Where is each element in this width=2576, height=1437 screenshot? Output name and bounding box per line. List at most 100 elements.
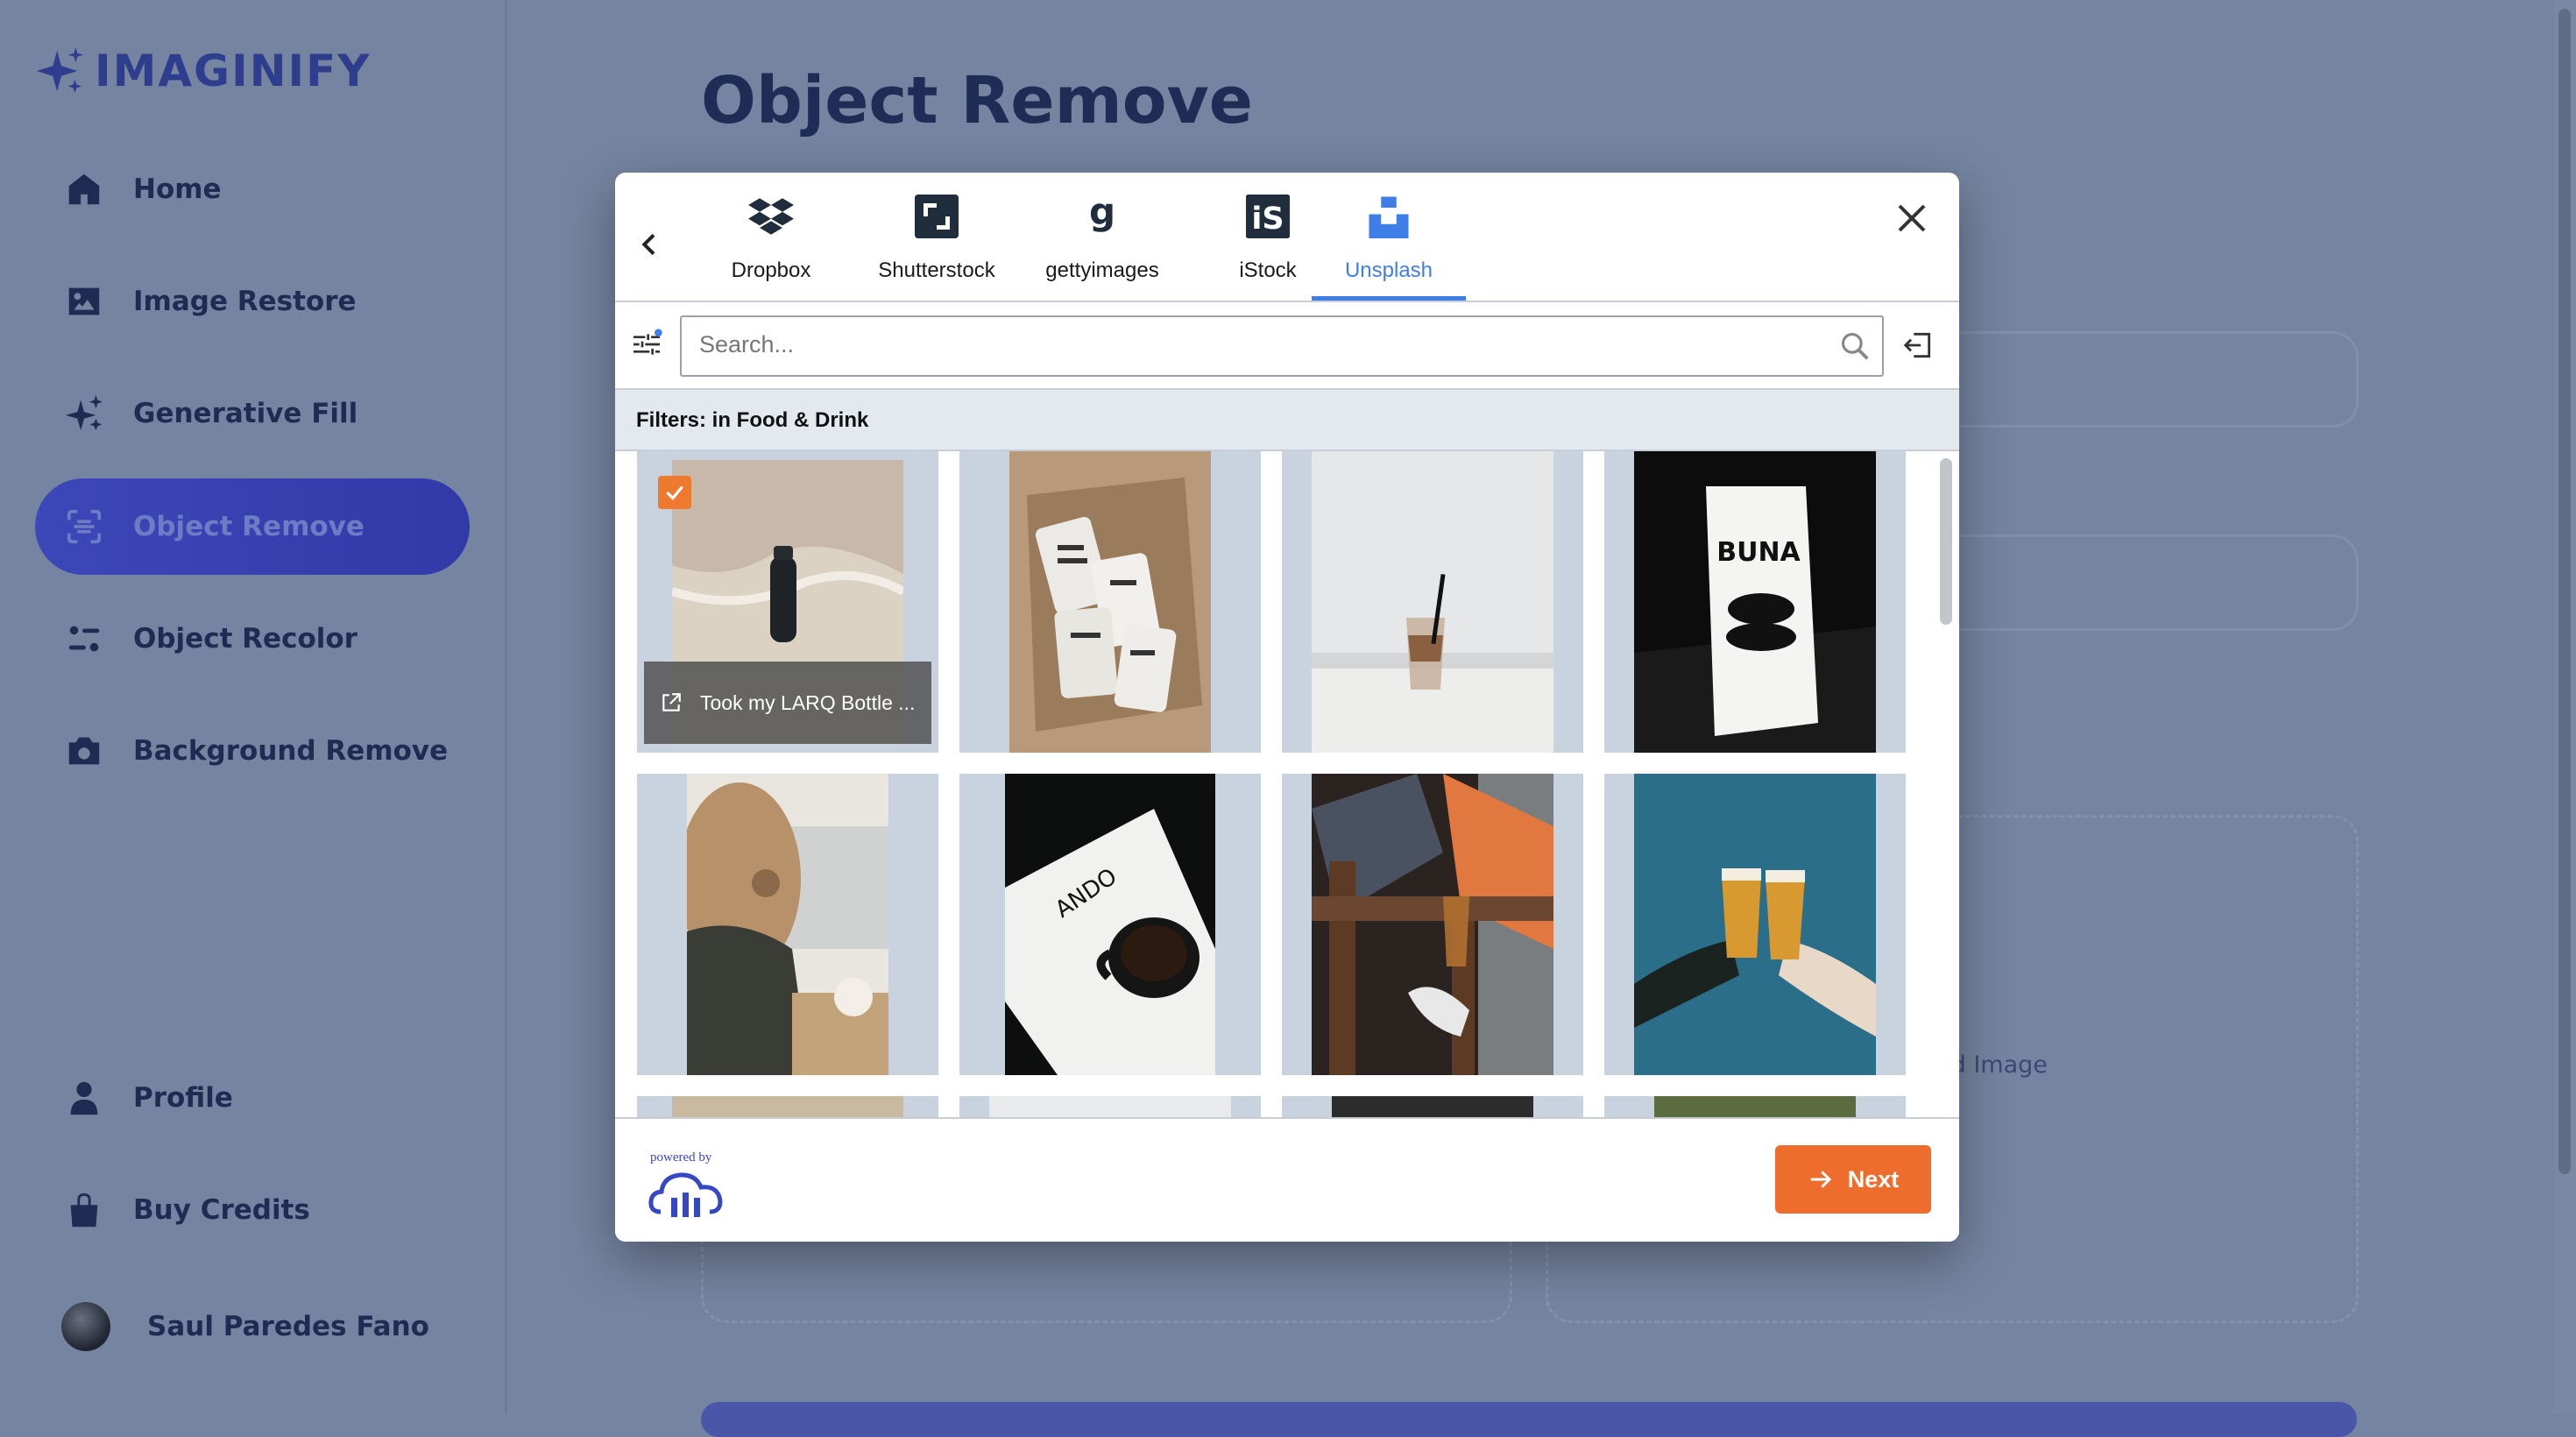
- photo-coffee-cans: [1009, 451, 1211, 753]
- next-button[interactable]: Next: [1775, 1145, 1931, 1214]
- external-link-icon: [662, 693, 681, 711]
- photo-caption-text: Took my LARQ Bottle ...: [700, 690, 916, 714]
- nav-image-restore-label: Image Restore: [133, 286, 357, 317]
- upload-widget-modal: Dropbox Shutterstock g gettyimages iS iS…: [615, 173, 1959, 1242]
- close-icon: [1898, 204, 1926, 232]
- photo-tile[interactable]: [1282, 1096, 1583, 1117]
- istock-icon: iS: [1242, 190, 1294, 243]
- nav-background-remove[interactable]: Background Remove: [35, 703, 470, 799]
- user-icon: [61, 1075, 107, 1121]
- nav-object-remove[interactable]: Object Remove: [35, 478, 470, 575]
- tab-shutterstock-label: Shutterstock: [878, 258, 995, 282]
- photo-partial: [672, 1096, 903, 1117]
- tab-unsplash-label: Unsplash: [1344, 258, 1433, 282]
- stars-icon: [61, 391, 107, 436]
- nav-home[interactable]: Home: [35, 141, 470, 237]
- powered-by-text: powered by: [650, 1150, 712, 1164]
- photo-tile[interactable]: [959, 1096, 1261, 1117]
- nav-home-label: Home: [133, 173, 222, 205]
- photo-buna-bag: BUNA: [1634, 451, 1876, 753]
- dropbox-icon: [745, 190, 797, 243]
- photo-stool-coffee: [1312, 774, 1553, 1075]
- photo-tile[interactable]: [637, 1096, 938, 1117]
- filter-icon: [61, 616, 107, 662]
- arrow-right-icon: [1810, 1171, 1831, 1188]
- sliders-icon: [633, 329, 662, 355]
- nav-object-recolor-label: Object Recolor: [133, 623, 357, 655]
- tab-shutterstock[interactable]: Shutterstock: [860, 190, 1014, 301]
- filter-button[interactable]: [629, 327, 664, 362]
- tab-unsplash[interactable]: Unsplash: [1312, 190, 1466, 301]
- image-icon: [61, 279, 107, 324]
- next-button-label: Next: [1847, 1165, 1900, 1193]
- svg-text:g: g: [1089, 193, 1115, 233]
- chevron-left-icon: [641, 233, 655, 256]
- scan-icon: [61, 504, 107, 549]
- photo-grid: Took my LARQ Bottle ... BUNA ANDO: [615, 451, 1959, 1117]
- page-scrollbar[interactable]: [2554, 0, 2576, 1414]
- app-name: IMAGINIFY: [95, 46, 372, 96]
- user-name: Saul Paredes Fano: [147, 1311, 429, 1342]
- source-tabs: Dropbox Shutterstock g gettyimages iS iS…: [615, 173, 1959, 302]
- gettyimages-icon: g: [1076, 190, 1129, 243]
- nav-generative-fill[interactable]: Generative Fill: [35, 365, 470, 462]
- photo-caption[interactable]: Took my LARQ Bottle ...: [644, 662, 931, 744]
- home-icon: [61, 166, 107, 212]
- photo-tile[interactable]: Took my LARQ Bottle ...: [637, 451, 938, 753]
- camera-icon: [61, 728, 107, 774]
- tab-dropbox-label: Dropbox: [731, 258, 811, 282]
- nav-buy-credits-label: Buy Credits: [133, 1194, 310, 1226]
- photo-partial: [1332, 1096, 1533, 1117]
- search-row: [615, 302, 1959, 390]
- photo-ando-coffee: ANDO: [1005, 774, 1215, 1075]
- photo-tile[interactable]: [1604, 1096, 1906, 1117]
- selected-check[interactable]: [658, 476, 691, 509]
- sparkle-logo-icon: [36, 46, 84, 94]
- bag-icon: [61, 1187, 107, 1233]
- close-button[interactable]: [1891, 197, 1933, 239]
- avatar[interactable]: [61, 1302, 110, 1351]
- tab-dropbox[interactable]: Dropbox: [694, 190, 848, 301]
- photo-partial: [989, 1096, 1231, 1117]
- tab-gettyimages[interactable]: g gettyimages: [1025, 190, 1179, 301]
- nav-object-remove-label: Object Remove: [133, 511, 364, 542]
- app-logo[interactable]: IMAGINIFY: [35, 46, 372, 96]
- nav-profile[interactable]: Profile: [35, 1050, 470, 1146]
- back-button[interactable]: [633, 218, 668, 271]
- nav-generative-fill-label: Generative Fill: [133, 398, 358, 429]
- photo-beer-toast: [1634, 774, 1876, 1075]
- apply-button[interactable]: [701, 1402, 2357, 1437]
- nav-background-remove-label: Background Remove: [133, 735, 449, 767]
- widget-footer: powered by Next: [615, 1117, 1959, 1242]
- photo-partial: [1654, 1096, 1856, 1117]
- grid-scrollbar[interactable]: [1938, 455, 1954, 1114]
- nav-buy-credits[interactable]: Buy Credits: [35, 1162, 470, 1258]
- page-title: Object Remove: [701, 63, 1253, 138]
- filters-bar: Filters: in Food & Drink: [615, 390, 1959, 451]
- photo-tile[interactable]: [1282, 774, 1583, 1075]
- tab-gettyimages-label: gettyimages: [1045, 258, 1159, 282]
- search-box[interactable]: [680, 315, 1884, 377]
- photo-iced-coffee: [1312, 451, 1553, 753]
- photo-tile[interactable]: [1282, 451, 1583, 753]
- cloudinary-logo-icon: [648, 1172, 723, 1217]
- sidebar: IMAGINIFY Home Image Restore Generative …: [0, 0, 507, 1414]
- svg-text:BUNA: BUNA: [1716, 537, 1801, 568]
- photo-tile[interactable]: [1604, 774, 1906, 1075]
- photo-woman-laptop: [687, 774, 888, 1075]
- nav-profile-label: Profile: [133, 1082, 233, 1114]
- checkmark-icon: [666, 485, 683, 500]
- photo-tile[interactable]: [959, 451, 1261, 753]
- sign-out-icon[interactable]: [1901, 329, 1935, 362]
- nav-object-recolor[interactable]: Object Recolor: [35, 591, 470, 687]
- photo-tile[interactable]: ANDO: [959, 774, 1261, 1075]
- search-input[interactable]: [682, 317, 1838, 372]
- search-icon[interactable]: [1838, 329, 1872, 363]
- photo-tile[interactable]: [637, 774, 938, 1075]
- shutterstock-icon: [910, 190, 963, 243]
- nav-image-restore[interactable]: Image Restore: [35, 253, 470, 350]
- filters-text: Filters: in Food & Drink: [636, 408, 869, 432]
- unsplash-icon: [1362, 190, 1415, 243]
- photo-tile[interactable]: BUNA: [1604, 451, 1906, 753]
- svg-text:iS: iS: [1251, 202, 1284, 237]
